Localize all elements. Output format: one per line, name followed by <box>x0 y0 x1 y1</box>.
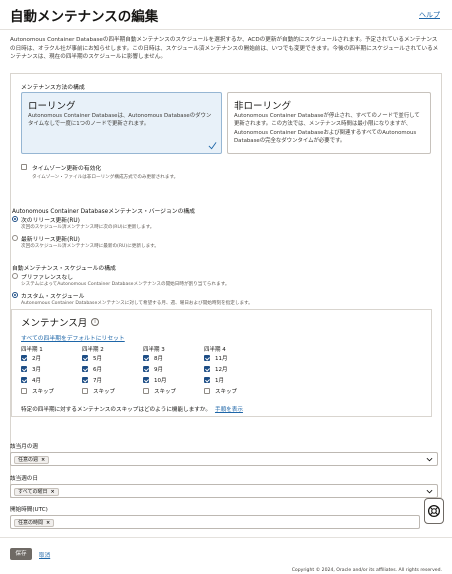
skip-checkbox[interactable] <box>82 388 88 394</box>
month-checkbox[interactable] <box>82 377 88 383</box>
skip-question-text: 特定の四半期に対するメンテナンスのスキップはどのように機能しますか。 <box>21 407 211 413</box>
month-label: 11月 <box>215 356 228 362</box>
skip-label: スキップ <box>215 389 238 395</box>
maintenance-months-panel: メンテナンス月 i すべての四半期をデフォルトにリセット 四半期 1 2月 3月… <box>11 309 432 417</box>
timezone-update-hint: タイムゾーン・ファイルは非ローリング構成方式でのみ更新されます。 <box>32 175 179 180</box>
week-of-month-label: 該当月の週 <box>10 444 38 450</box>
month-checkbox[interactable] <box>82 366 88 372</box>
intro-text: Autonomous Container Databaseの四半期自動メンテナン… <box>10 37 439 61</box>
skip-question: 特定の四半期に対するメンテナンスのスキップはどのように機能しますか。 手順を表示 <box>21 405 243 413</box>
next-ru-hint: 次回のスケジュール済メンテナンス時に次の(RU)に更新します。 <box>21 225 155 230</box>
skip-checkbox[interactable] <box>21 388 27 394</box>
month-checkbox[interactable] <box>143 366 149 372</box>
copyright-text: Copyright © 2024, Oracle and/or its affi… <box>291 568 442 573</box>
skip-label: スキップ <box>154 389 177 395</box>
month-checkbox[interactable] <box>143 355 149 361</box>
month-checkbox[interactable] <box>21 366 27 372</box>
custom-schedule-radio[interactable] <box>12 292 18 298</box>
show-steps-link[interactable]: 手順を表示 <box>215 407 243 413</box>
quarter-head: 四半期 2 <box>82 347 104 353</box>
month-label: 8月 <box>154 356 163 362</box>
schedule-config-label: 自動メンテナンス・スケジュールの構成 <box>12 266 116 272</box>
maintenance-months-title: メンテナンス月 <box>21 318 88 329</box>
remove-icon[interactable]: × <box>46 520 50 526</box>
month-checkbox[interactable] <box>204 366 210 372</box>
month-checkbox[interactable] <box>204 377 210 383</box>
method-section-label: メンテナンス方法の構成 <box>21 85 85 91</box>
week-of-month-select[interactable]: 任意の週 × <box>10 452 438 466</box>
version-section-label: Autonomous Container Databaseメンテナンス・バージョ… <box>12 209 195 215</box>
latest-ru-radio[interactable] <box>12 235 18 241</box>
lifebuoy-icon <box>427 504 441 518</box>
month-label: 3月 <box>32 367 41 373</box>
month-label: 6月 <box>93 367 102 373</box>
remove-icon[interactable]: × <box>41 457 45 463</box>
month-checkbox[interactable] <box>21 355 27 361</box>
start-time-select[interactable]: 任意の時間 × <box>10 515 420 529</box>
custom-schedule-hint: Autonomous Container Databaseメンテナンスに対して希… <box>21 301 253 306</box>
week-chip-label: 任意の週 <box>18 456 39 463</box>
custom-schedule-label: カスタム・スケジュール <box>21 294 85 300</box>
nonrolling-option-desc: Autonomous Container Databaseが停止され、すべてのノ… <box>234 113 420 145</box>
month-label: 2月 <box>32 356 41 362</box>
month-label: 1月 <box>215 378 224 384</box>
nonrolling-option-title: 非ローリング <box>234 101 292 112</box>
time-chip-label: 任意の時間 <box>18 519 44 526</box>
month-checkbox[interactable] <box>204 355 210 361</box>
cancel-link[interactable]: 取消 <box>39 551 50 559</box>
month-label: 10月 <box>154 378 167 384</box>
reset-quarters-link[interactable]: すべての四半期をデフォルトにリセット <box>21 333 125 342</box>
day-of-week-label: 該当週の日 <box>10 476 38 482</box>
skip-checkbox[interactable] <box>204 388 210 394</box>
next-ru-radio[interactable] <box>12 216 18 222</box>
skip-checkbox[interactable] <box>143 388 149 394</box>
rolling-option-card[interactable]: ローリング Autonomous Container Databaseは、Aut… <box>21 92 222 154</box>
chevron-down-icon[interactable] <box>426 488 433 495</box>
month-label: 7月 <box>93 378 102 384</box>
month-checkbox[interactable] <box>82 355 88 361</box>
no-preference-radio[interactable] <box>12 273 18 279</box>
quarter-head: 四半期 1 <box>21 347 43 353</box>
month-checkbox[interactable] <box>21 377 27 383</box>
save-button[interactable]: 保存 <box>10 548 32 560</box>
month-label: 4月 <box>32 378 41 384</box>
info-icon[interactable]: i <box>91 318 99 326</box>
week-chip[interactable]: 任意の週 × <box>14 455 50 464</box>
rolling-option-title: ローリング <box>28 101 76 112</box>
dialog-header: 自動メンテナンスの編集 ヘルプ <box>0 0 452 30</box>
quarter-head: 四半期 3 <box>143 347 165 353</box>
month-label: 5月 <box>93 356 102 362</box>
start-time-label: 開始時間(UTC) <box>10 507 48 513</box>
remove-icon[interactable]: × <box>50 489 54 495</box>
next-ru-label: 次のリリース更新(RU) <box>21 218 80 224</box>
nonrolling-option-card[interactable]: 非ローリング Autonomous Container Databaseが停止さ… <box>227 92 431 154</box>
quarter-head: 四半期 4 <box>204 347 226 353</box>
help-link[interactable]: ヘルプ <box>419 10 440 20</box>
checkmark-icon <box>208 142 217 150</box>
dialog-footer: 保存 取消 Copyright © 2024, Oracle and/or it… <box>0 537 452 574</box>
chevron-down-icon[interactable] <box>426 456 433 463</box>
no-preference-hint: システムによってAutonomous Container Databaseメンテ… <box>21 282 230 287</box>
rolling-option-desc: Autonomous Container Databaseは、Autonomou… <box>28 113 212 128</box>
timezone-update-label: タイムゾーン更新の有効化 <box>32 166 102 172</box>
month-label: 9月 <box>154 367 163 373</box>
timezone-update-checkbox[interactable] <box>21 164 27 170</box>
latest-ru-hint: 次回のスケジュール済メンテナンス時に最新の(RU)に更新します。 <box>21 244 159 249</box>
day-of-week-select[interactable]: すべての曜日 × <box>10 484 438 498</box>
time-chip[interactable]: 任意の時間 × <box>14 518 55 527</box>
floating-help-button[interactable] <box>424 498 444 524</box>
page-title: 自動メンテナンスの編集 <box>10 9 159 25</box>
no-preference-label: プリファレンスなし <box>21 275 74 281</box>
month-label: 12月 <box>215 367 228 373</box>
form-body[interactable]: Autonomous Container Databaseの四半期自動メンテナン… <box>0 31 452 536</box>
day-chip-label: すべての曜日 <box>18 488 48 495</box>
day-chip[interactable]: すべての曜日 × <box>14 487 59 496</box>
skip-label: スキップ <box>93 389 116 395</box>
month-checkbox[interactable] <box>143 377 149 383</box>
skip-label: スキップ <box>32 389 55 395</box>
maintenance-config-card: メンテナンス方法の構成 ローリング Autonomous Container D… <box>10 73 442 498</box>
latest-ru-label: 最新リリース更新(RU) <box>21 237 80 243</box>
